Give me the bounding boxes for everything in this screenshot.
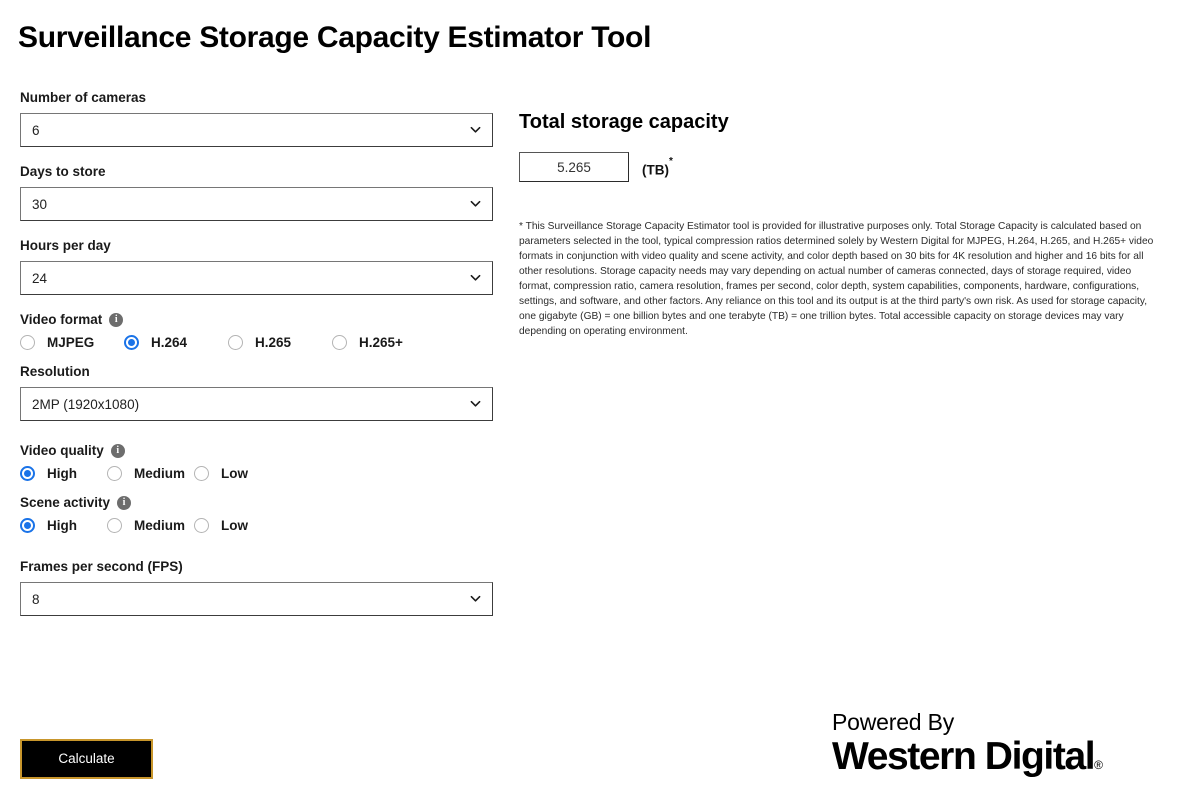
radio-mark xyxy=(194,466,209,481)
select-days-to-store-value: 30 xyxy=(32,197,48,212)
label-text: Video format xyxy=(20,312,103,327)
label-text: Days to store xyxy=(20,164,106,179)
radio-group-video-format: MJPEG H.264 H.265 H.265+ xyxy=(20,335,495,350)
radio-scene-activity-medium[interactable]: Medium xyxy=(107,518,194,533)
radio-mark xyxy=(228,335,243,350)
radio-video-quality-low[interactable]: Low xyxy=(194,466,281,481)
radio-video-format-mjpeg[interactable]: MJPEG xyxy=(20,335,124,350)
radio-label: Low xyxy=(221,466,248,481)
select-resolution-value: 2MP (1920x1080) xyxy=(32,397,140,412)
unit-text: (TB) xyxy=(642,162,669,178)
field-video-quality: Video quality i High Medium Low xyxy=(20,443,495,481)
select-resolution[interactable]: 2MP (1920x1080) xyxy=(20,387,493,421)
radio-label: High xyxy=(47,466,77,481)
label-text: Video quality xyxy=(20,443,104,458)
radio-group-scene-activity: High Medium Low xyxy=(20,518,495,533)
radio-label: H.264 xyxy=(151,335,188,350)
label-text: Hours per day xyxy=(20,238,111,253)
info-icon[interactable]: i xyxy=(117,496,132,510)
radio-video-quality-medium[interactable]: Medium xyxy=(107,466,194,481)
field-scene-activity: Scene activity i High Medium Low xyxy=(20,495,495,533)
radio-mark xyxy=(194,518,209,533)
chevron-down-icon xyxy=(470,398,481,409)
label-frames-per-second: Frames per second (FPS) xyxy=(20,559,495,575)
field-frames-per-second: Frames per second (FPS) 8 xyxy=(20,559,495,616)
label-video-quality: Video quality i xyxy=(20,443,495,459)
radio-label: High xyxy=(47,518,77,533)
select-number-of-cameras[interactable]: 6 xyxy=(20,113,493,147)
label-text: Frames per second (FPS) xyxy=(20,559,183,574)
radio-label: Medium xyxy=(134,466,186,481)
select-frames-per-second[interactable]: 8 xyxy=(20,582,493,616)
radio-mark xyxy=(20,335,35,350)
chevron-down-icon xyxy=(470,198,481,209)
radio-mark xyxy=(124,335,139,350)
field-video-format: Video format i MJPEG H.264 H.265 H.265+ xyxy=(20,312,495,350)
total-storage-capacity-unit: (TB)* xyxy=(642,152,673,186)
field-number-of-cameras: Number of cameras 6 xyxy=(20,90,495,147)
disclaimer-text: * This Surveillance Storage Capacity Est… xyxy=(519,220,1154,338)
powered-by-western-digital-logo: Powered By Western Digital® xyxy=(832,710,1162,787)
select-hours-per-day-value: 24 xyxy=(32,271,48,286)
radio-scene-activity-low[interactable]: Low xyxy=(194,518,281,533)
result-row: 5.265 (TB)* xyxy=(519,152,1169,186)
field-days-to-store: Days to store 30 xyxy=(20,164,495,221)
label-text: Scene activity xyxy=(20,495,111,510)
select-hours-per-day[interactable]: 24 xyxy=(20,261,493,295)
select-frames-per-second-value: 8 xyxy=(32,592,40,607)
select-days-to-store[interactable]: 30 xyxy=(20,187,493,221)
label-number-of-cameras: Number of cameras xyxy=(20,90,495,106)
radio-group-video-quality: High Medium Low xyxy=(20,466,495,481)
chevron-down-icon xyxy=(470,272,481,283)
radio-label: Low xyxy=(221,518,248,533)
registered-trademark-icon: ® xyxy=(1094,758,1104,772)
chevron-down-icon xyxy=(470,593,481,604)
radio-mark xyxy=(20,466,35,481)
radio-label: H.265+ xyxy=(359,335,403,350)
radio-mark xyxy=(107,518,122,533)
radio-label: Medium xyxy=(134,518,186,533)
radio-video-format-h265plus[interactable]: H.265+ xyxy=(332,335,436,350)
radio-video-format-h264[interactable]: H.264 xyxy=(124,335,228,350)
radio-mark xyxy=(332,335,347,350)
total-storage-capacity-value: 5.265 xyxy=(519,152,629,182)
field-hours-per-day: Hours per day 24 xyxy=(20,238,495,295)
radio-video-quality-high[interactable]: High xyxy=(20,466,107,481)
radio-scene-activity-high[interactable]: High xyxy=(20,518,107,533)
label-days-to-store: Days to store xyxy=(20,164,495,180)
label-text: Resolution xyxy=(20,364,90,379)
page-title: Surveillance Storage Capacity Estimator … xyxy=(18,21,652,54)
logo-brand-text: Western Digital® xyxy=(832,735,1162,787)
result-title: Total storage capacity xyxy=(519,111,729,133)
radio-label: MJPEG xyxy=(47,335,95,350)
unit-asterisk: * xyxy=(669,155,673,167)
logo-powered-by-text: Powered By xyxy=(832,709,955,735)
info-icon[interactable]: i xyxy=(110,444,125,458)
chevron-down-icon xyxy=(470,124,481,135)
label-resolution: Resolution xyxy=(20,364,495,380)
field-resolution: Resolution 2MP (1920x1080) xyxy=(20,364,495,421)
label-video-format: Video format i xyxy=(20,312,495,328)
label-text: Number of cameras xyxy=(20,90,147,105)
radio-mark xyxy=(20,518,35,533)
label-scene-activity: Scene activity i xyxy=(20,495,495,511)
info-icon[interactable]: i xyxy=(109,313,124,327)
select-number-of-cameras-value: 6 xyxy=(32,123,40,138)
label-hours-per-day: Hours per day xyxy=(20,238,495,254)
result-panel: Total storage capacity 5.265 (TB)* * Thi… xyxy=(519,110,1169,339)
brand-name: Western Digital xyxy=(832,735,1096,778)
radio-label: H.265 xyxy=(255,335,292,350)
estimator-form: Number of cameras 6 Days to store 30 Hou… xyxy=(20,90,495,633)
radio-video-format-h265[interactable]: H.265 xyxy=(228,335,332,350)
radio-mark xyxy=(107,466,122,481)
calculate-button[interactable]: Calculate xyxy=(20,739,153,779)
